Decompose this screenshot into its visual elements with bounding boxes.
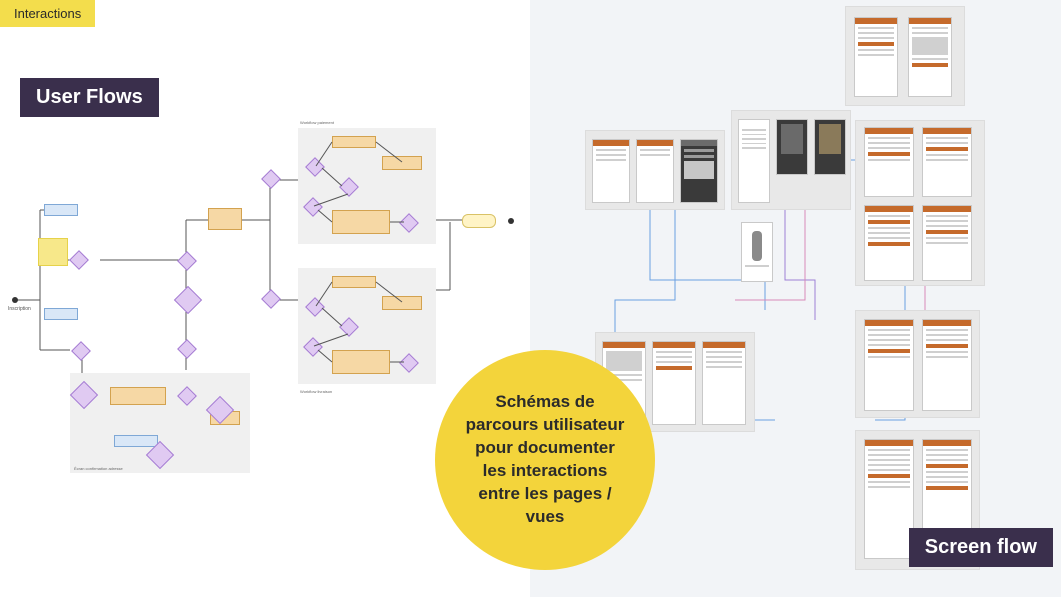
flow-rect <box>114 435 158 447</box>
flow-decision <box>177 339 197 359</box>
user-flows-label: User Flows <box>20 78 159 117</box>
center-callout-circle: Schémas de parcours utilisateur pour doc… <box>435 350 655 570</box>
screen-mock <box>680 139 718 203</box>
flow-process <box>110 387 166 405</box>
flow-decision <box>305 297 325 317</box>
flow-end-node <box>508 218 514 224</box>
flow-decision <box>399 353 419 373</box>
flow-process <box>332 276 376 288</box>
screen-cluster <box>855 310 980 418</box>
flow-decision <box>303 197 323 217</box>
flow-rect <box>44 308 78 320</box>
screen-mock <box>702 341 746 425</box>
flow-decision <box>339 317 359 337</box>
screen-cluster <box>585 130 725 210</box>
flow-rect <box>44 204 78 216</box>
screen-mock <box>592 139 630 203</box>
screen-mock <box>922 205 972 281</box>
callout-text: Schémas de parcours utilisateur pour doc… <box>463 391 627 529</box>
flow-decision <box>177 251 197 271</box>
flow-start-label: Inscription <box>8 306 31 312</box>
flow-decision <box>261 289 281 309</box>
flow-process <box>208 208 242 230</box>
flow-group-caption: Workflow paiement <box>300 120 334 125</box>
flow-decision <box>399 213 419 233</box>
screen-mock <box>864 205 914 281</box>
screen-cluster <box>731 110 851 210</box>
screen-mock <box>864 127 914 197</box>
flow-decision <box>174 286 202 314</box>
flow-process <box>332 350 390 374</box>
screen-cluster <box>855 120 985 286</box>
screen-mock <box>636 139 674 203</box>
flow-end-pill <box>462 214 496 228</box>
screen-mock <box>738 119 770 203</box>
screen-flow-label: Screen flow <box>909 528 1053 567</box>
flow-decision <box>177 386 197 406</box>
screen-mock <box>652 341 696 425</box>
flow-decision <box>71 341 91 361</box>
screen-mock <box>741 222 773 282</box>
screen-mock <box>864 319 914 411</box>
flow-decision <box>303 337 323 357</box>
flow-decision <box>261 169 281 189</box>
flow-process <box>382 296 422 310</box>
screen-cluster <box>845 6 965 106</box>
flow-group-caption: Écran confirmation adresse <box>74 466 123 471</box>
screen-mock <box>908 17 952 97</box>
flow-group: Workflow paiement <box>298 128 436 244</box>
flow-sticky-note <box>38 238 68 266</box>
screen-mock <box>814 119 846 175</box>
flow-decision <box>70 381 98 409</box>
flow-process <box>332 136 376 148</box>
flow-decision <box>69 250 89 270</box>
interactions-tag: Interactions <box>0 0 95 27</box>
flow-start-node <box>12 297 18 303</box>
flow-decision <box>339 177 359 197</box>
screen-mock <box>854 17 898 97</box>
flow-process <box>382 156 422 170</box>
screen-mock <box>864 439 914 559</box>
flow-group: Workflow livraison <box>298 268 436 384</box>
screen-mock <box>776 119 808 175</box>
flow-decision <box>305 157 325 177</box>
screen-mock <box>922 127 972 197</box>
flow-process <box>332 210 390 234</box>
flow-group-caption: Workflow livraison <box>300 389 332 394</box>
screen-mock <box>922 319 972 411</box>
